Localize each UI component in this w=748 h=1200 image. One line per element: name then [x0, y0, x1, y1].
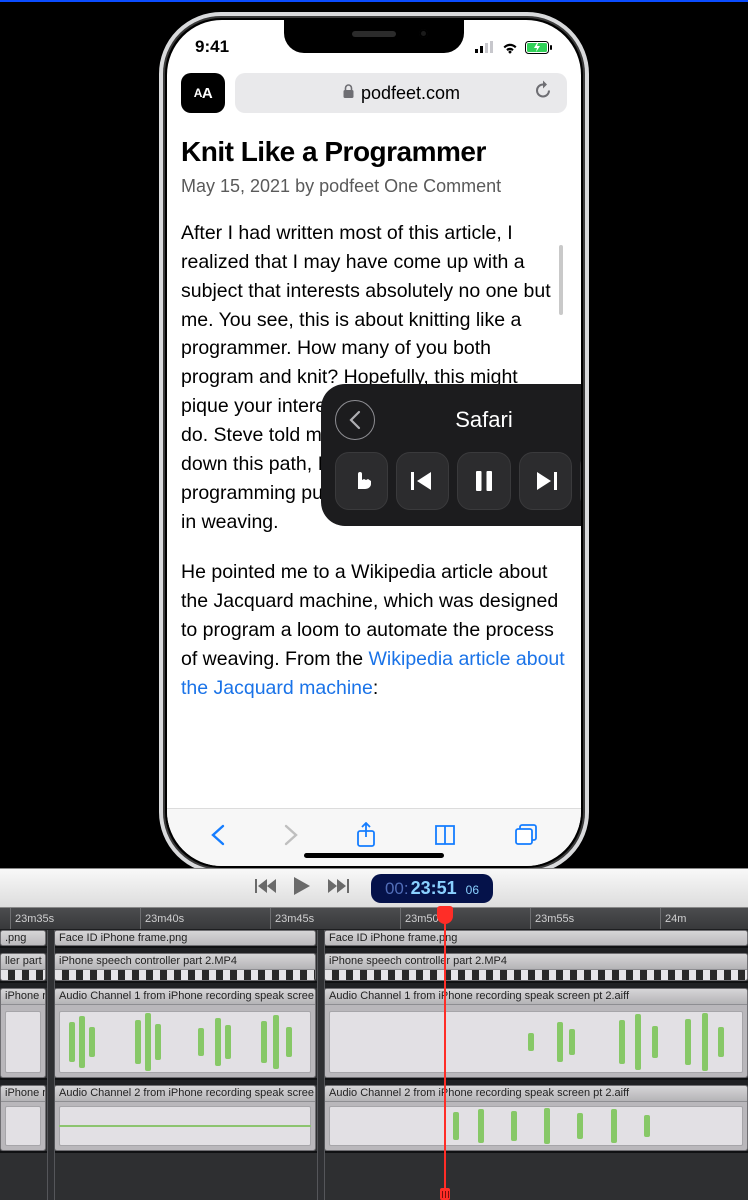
back-button[interactable] — [335, 400, 375, 440]
playback-bar: 00: 23:51 06 — [0, 868, 748, 908]
clip-label[interactable]: ller part — [1, 954, 45, 970]
timeline-track[interactable]: iPhone r Audio Channel 1 from iPhone rec… — [0, 988, 748, 1080]
play-button[interactable] — [293, 876, 311, 901]
nav-forward-icon — [283, 824, 299, 851]
timecode-display[interactable]: 00: 23:51 06 — [371, 874, 493, 903]
home-indicator[interactable] — [304, 853, 444, 858]
ruler-tick: 23m40s — [140, 908, 184, 929]
domain-text: podfeet.com — [361, 83, 460, 104]
clip-label[interactable]: Face ID iPhone frame.png — [55, 931, 315, 946]
tabs-icon[interactable] — [514, 824, 538, 851]
preview-viewer: 9:41 AA — [0, 4, 748, 868]
clip-label[interactable]: Audio Channel 1 from iPhone recording sp… — [55, 989, 315, 1005]
article-meta: May 15, 2021 by podfeet One Comment — [181, 176, 567, 197]
clip-label[interactable]: Audio Channel 2 from iPhone recording sp… — [325, 1086, 747, 1102]
time-ruler[interactable]: 23m35s 23m40s 23m45s 23m50s 23m55s 24m — [0, 908, 748, 930]
clip-label[interactable]: .png — [1, 931, 45, 946]
notch — [284, 20, 464, 53]
battery-icon — [525, 41, 553, 54]
share-icon[interactable] — [356, 822, 376, 853]
lock-icon — [342, 83, 355, 104]
clip-label[interactable]: iPhone r — [1, 989, 45, 1005]
clip-label[interactable]: Audio Channel 2 from iPhone recording sp… — [55, 1086, 315, 1102]
timeline-track[interactable]: iPhone r Audio Channel 2 from iPhone rec… — [0, 1085, 748, 1153]
next-button[interactable] — [519, 452, 572, 510]
nav-back-icon[interactable] — [210, 824, 226, 851]
clip-label[interactable]: Audio Channel 1 from iPhone recording sp… — [325, 989, 747, 1005]
speak-panel-title: Safari — [455, 407, 512, 433]
playhead[interactable] — [444, 908, 446, 1200]
phone-frame: 9:41 AA — [159, 12, 589, 874]
address-bar[interactable]: podfeet.com — [235, 73, 567, 113]
speak-screen-panel[interactable]: Safari — [321, 384, 581, 526]
finger-button[interactable] — [335, 452, 388, 510]
ruler-tick: 24m — [660, 908, 686, 929]
rewind-button[interactable] — [255, 878, 277, 899]
article-p2: He pointed me to a Wikipedia article abo… — [181, 558, 567, 702]
clip-label[interactable]: iPhone speech controller part 2.MP4 — [325, 954, 747, 970]
wifi-icon — [501, 41, 519, 54]
fastforward-button[interactable] — [327, 878, 349, 899]
clock: 9:41 — [195, 37, 229, 57]
bookmarks-icon[interactable] — [433, 824, 457, 851]
reload-icon[interactable] — [533, 81, 553, 106]
scroll-indicator[interactable] — [559, 245, 563, 315]
clip-label[interactable]: iPhone speech controller part 2.MP4 — [55, 954, 315, 970]
text-size-button[interactable]: AA — [181, 73, 225, 113]
clip-label[interactable]: iPhone r — [1, 1086, 45, 1102]
ruler-tick: 23m35s — [10, 908, 54, 929]
timeline-track[interactable]: ller part iPhone speech controller part … — [0, 953, 748, 983]
article-title: Knit Like a Programmer — [181, 136, 567, 168]
timeline-track[interactable]: .png Face ID iPhone frame.png Face ID iP… — [0, 930, 748, 948]
empty-button[interactable] — [580, 452, 581, 510]
prev-button[interactable] — [396, 452, 449, 510]
clip-label[interactable]: Face ID iPhone frame.png — [325, 931, 747, 946]
ruler-tick: 23m45s — [270, 908, 314, 929]
cellular-icon — [475, 41, 495, 53]
pause-button[interactable] — [457, 452, 510, 510]
timeline[interactable]: 23m35s 23m40s 23m45s 23m50s 23m55s 24m .… — [0, 908, 748, 1200]
ruler-tick: 23m55s — [530, 908, 574, 929]
